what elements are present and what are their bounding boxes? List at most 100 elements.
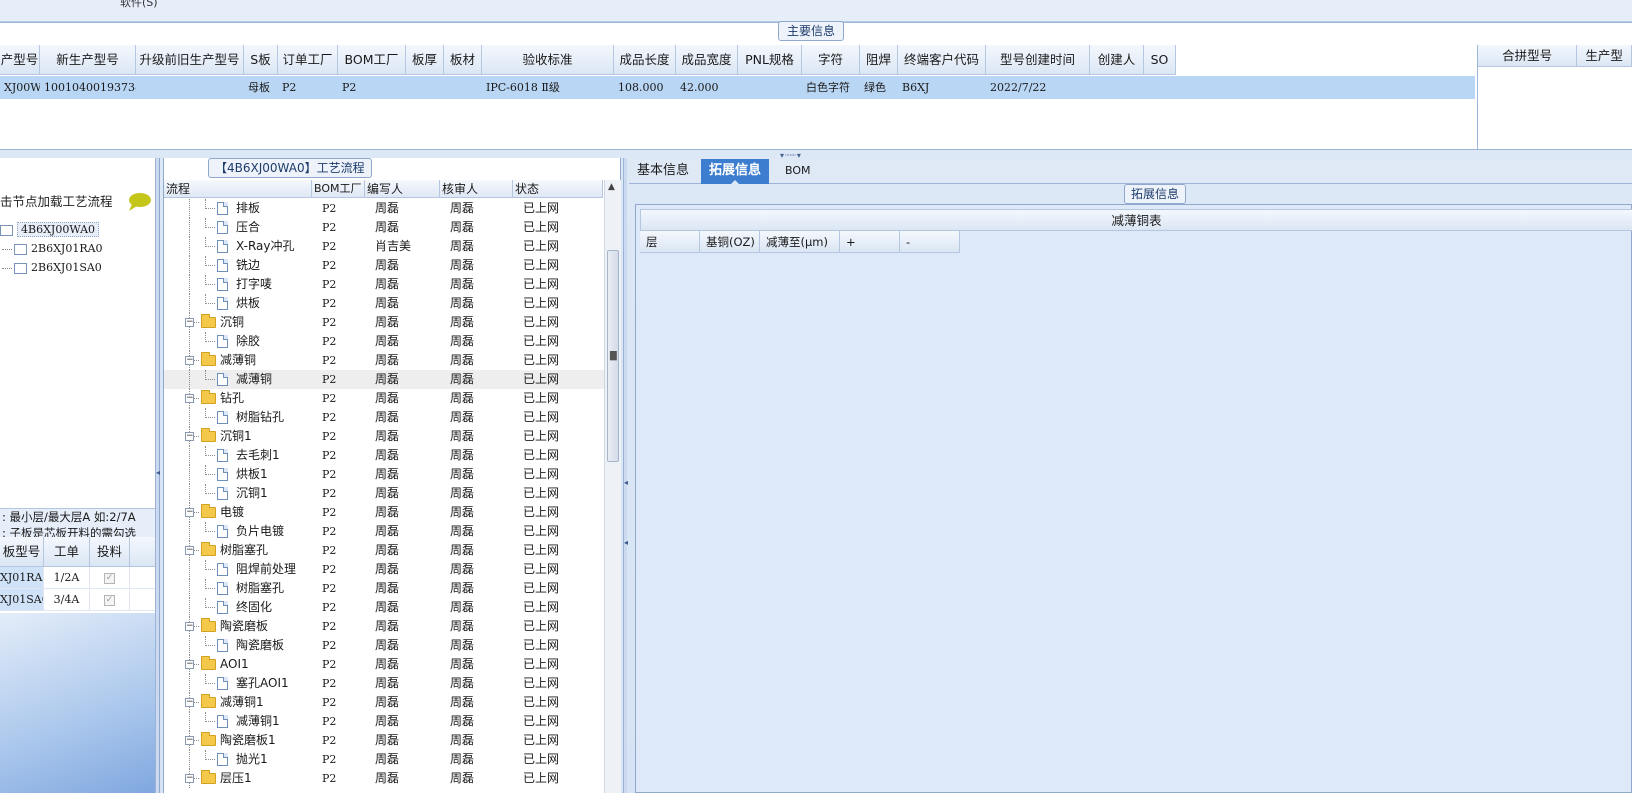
sub-board-row[interactable]: XJ01SA0 3/4A ✓ bbox=[0, 589, 158, 611]
process-name-cell[interactable]: 排板 bbox=[164, 199, 322, 218]
col-bom-factory[interactable]: BOM工厂 bbox=[312, 180, 365, 197]
main-col-0[interactable]: 产型号 bbox=[0, 45, 40, 75]
sub-board-order[interactable]: 3/4A bbox=[44, 589, 90, 610]
right-splitter[interactable]: ◂ ◂ bbox=[623, 158, 628, 793]
col-flow[interactable]: 流程 bbox=[164, 180, 312, 197]
sub-board-model[interactable]: XJ01SA0 bbox=[0, 589, 44, 610]
main-cell-1[interactable]: 10010400193738 bbox=[40, 76, 136, 99]
process-row[interactable]: − 陶瓷磨板 P2 周磊 周磊 已上网 bbox=[164, 617, 604, 636]
main-col-16[interactable]: 创建人 bbox=[1090, 45, 1144, 75]
main-cell-4[interactable]: P2 bbox=[278, 76, 338, 99]
process-name-cell[interactable]: 陶瓷磨板 bbox=[164, 636, 322, 655]
left-splitter-arrow[interactable]: ◂ bbox=[156, 468, 160, 477]
process-name-cell[interactable]: 铣边 bbox=[164, 256, 322, 275]
process-name-cell[interactable]: − 沉铜1 bbox=[164, 427, 322, 446]
feed-checkbox[interactable]: ✓ bbox=[104, 594, 115, 606]
main-cell-2[interactable] bbox=[136, 76, 244, 99]
tab-extended-info[interactable]: 拓展信息 bbox=[701, 159, 770, 185]
main-col-6[interactable]: 板厚 bbox=[406, 45, 444, 75]
process-row[interactable]: 塞孔AOI1 P2 周磊 周磊 已上网 bbox=[164, 674, 604, 693]
process-name-cell[interactable]: − 沉铜 bbox=[164, 313, 322, 332]
main-cell-16[interactable] bbox=[1090, 76, 1144, 99]
merge-col-0[interactable]: 合拼型号 bbox=[1478, 45, 1578, 66]
main-info-row[interactable]: XJ00WA010010400193738母板P2P2IPC-6018 Ⅱ级10… bbox=[0, 76, 1475, 99]
sub-board-model[interactable]: XJ01RA0 bbox=[0, 567, 44, 588]
process-row[interactable]: 减薄铜 P2 周磊 周磊 已上网 bbox=[164, 370, 604, 389]
main-col-14[interactable]: 终端客户代码 bbox=[898, 45, 986, 75]
process-row[interactable]: − 陶瓷磨板1 P2 周磊 周磊 已上网 bbox=[164, 731, 604, 750]
process-name-cell[interactable]: 减薄铜 bbox=[164, 370, 322, 389]
process-name-cell[interactable]: 去毛刺1 bbox=[164, 446, 322, 465]
process-name-cell[interactable]: X-Ray冲孔 bbox=[164, 237, 322, 256]
main-cell-17[interactable] bbox=[1144, 76, 1176, 99]
process-row[interactable]: 阻焊前处理 P2 周磊 周磊 已上网 bbox=[164, 560, 604, 579]
col-feed[interactable]: 投料 bbox=[90, 537, 130, 566]
process-name-cell[interactable]: 塞孔AOI1 bbox=[164, 674, 322, 693]
process-row[interactable]: 负片电镀 P2 周磊 周磊 已上网 bbox=[164, 522, 604, 541]
process-row[interactable]: 树脂钻孔 P2 周磊 周磊 已上网 bbox=[164, 408, 604, 427]
main-col-2[interactable]: 升级前旧生产型号 bbox=[136, 45, 244, 75]
sub-board-row[interactable]: XJ01RA01/2A ✓ bbox=[0, 567, 158, 589]
process-row[interactable]: 陶瓷磨板 P2 周磊 周磊 已上网 bbox=[164, 636, 604, 655]
process-name-cell[interactable]: − 树脂塞孔 bbox=[164, 541, 322, 560]
process-row[interactable]: − AOI1 P2 周磊 周磊 已上网 bbox=[164, 655, 604, 674]
process-name-cell[interactable]: − 陶瓷磨板 bbox=[164, 617, 322, 636]
board-tree-node[interactable]: 2B6XJ01RA0 bbox=[0, 239, 158, 258]
process-row[interactable]: X-Ray冲孔 P2 肖吉美 周磊 已上网 bbox=[164, 237, 604, 256]
main-col-12[interactable]: 字符 bbox=[802, 45, 860, 75]
col-status[interactable]: 状态 bbox=[513, 180, 603, 197]
process-row[interactable]: 减薄铜1 P2 周磊 周磊 已上网 bbox=[164, 712, 604, 731]
main-col-4[interactable]: 订单工厂 bbox=[278, 45, 338, 75]
main-cell-8[interactable]: IPC-6018 Ⅱ级 bbox=[482, 76, 614, 99]
process-name-cell[interactable]: 除胶 bbox=[164, 332, 322, 351]
process-row[interactable]: − 层压1 P2 周磊 周磊 已上网 bbox=[164, 769, 604, 788]
process-row[interactable]: 烘板 P2 周磊 周磊 已上网 bbox=[164, 294, 604, 313]
main-cell-12[interactable]: 白色字符 bbox=[802, 76, 860, 99]
col-reviewer[interactable]: 核审人 bbox=[440, 180, 513, 197]
menu-clipped-text[interactable]: 软件(S) bbox=[120, 0, 158, 10]
process-name-cell[interactable]: − 减薄铜 bbox=[164, 351, 322, 370]
process-name-cell[interactable]: 树脂钻孔 bbox=[164, 408, 322, 427]
main-col-10[interactable]: 成品宽度 bbox=[676, 45, 738, 75]
main-cell-7[interactable] bbox=[444, 76, 482, 99]
collapse-toggle-icon[interactable]: − bbox=[185, 394, 194, 403]
remove-row-button[interactable]: - bbox=[900, 231, 960, 253]
tab-bom[interactable]: BOM bbox=[777, 159, 819, 184]
collapse-toggle-icon[interactable]: − bbox=[185, 432, 194, 441]
process-name-cell[interactable]: − 电镀 bbox=[164, 503, 322, 522]
col-work-order[interactable]: 工单 bbox=[44, 537, 90, 566]
sub-board-feed-cell[interactable]: ✓ bbox=[90, 589, 130, 610]
collapse-toggle-icon[interactable]: − bbox=[185, 698, 194, 707]
main-cell-14[interactable]: B6XJ bbox=[898, 76, 986, 99]
left-splitter[interactable]: ◂ bbox=[155, 158, 160, 793]
process-row[interactable]: 终固化 P2 周磊 周磊 已上网 bbox=[164, 598, 604, 617]
main-col-7[interactable]: 板材 bbox=[444, 45, 482, 75]
main-cell-9[interactable]: 108.000 bbox=[614, 76, 676, 99]
process-name-cell[interactable]: 负片电镀 bbox=[164, 522, 322, 541]
main-cell-13[interactable]: 绿色 bbox=[860, 76, 898, 99]
main-col-1[interactable]: 新生产型号 bbox=[40, 45, 136, 75]
main-col-17[interactable]: SO bbox=[1144, 45, 1176, 75]
main-cell-11[interactable] bbox=[738, 76, 802, 99]
process-row[interactable]: 压合 P2 周磊 周磊 已上网 bbox=[164, 218, 604, 237]
collapse-toggle-icon[interactable]: − bbox=[185, 318, 194, 327]
main-col-15[interactable]: 型号创建时间 bbox=[986, 45, 1090, 75]
process-name-cell[interactable]: 压合 bbox=[164, 218, 322, 237]
process-row[interactable]: − 沉铜1 P2 周磊 周磊 已上网 bbox=[164, 427, 604, 446]
collapse-toggle-icon[interactable]: − bbox=[185, 356, 194, 365]
main-col-11[interactable]: PNL规格 bbox=[738, 45, 802, 75]
sub-board-feed-cell[interactable]: ✓ bbox=[90, 567, 130, 588]
process-name-cell[interactable]: 减薄铜1 bbox=[164, 712, 322, 731]
process-row[interactable]: − 树脂塞孔 P2 周磊 周磊 已上网 bbox=[164, 541, 604, 560]
collapse-toggle-icon[interactable]: − bbox=[185, 736, 194, 745]
feed-checkbox[interactable]: ✓ bbox=[104, 572, 115, 584]
process-row[interactable]: 沉铜1 P2 周磊 周磊 已上网 bbox=[164, 484, 604, 503]
process-name-cell[interactable]: − 层压1 bbox=[164, 769, 322, 788]
collapse-toggle-icon[interactable]: − bbox=[185, 622, 194, 631]
main-col-5[interactable]: BOM工厂 bbox=[338, 45, 406, 75]
process-name-cell[interactable]: 抛光1 bbox=[164, 750, 322, 769]
col-layer[interactable]: 层 bbox=[640, 231, 700, 253]
board-tree-node[interactable]: 2B6XJ01SA0 bbox=[0, 258, 158, 277]
collapse-toggle-icon[interactable]: − bbox=[185, 508, 194, 517]
add-row-button[interactable]: + bbox=[840, 231, 900, 253]
